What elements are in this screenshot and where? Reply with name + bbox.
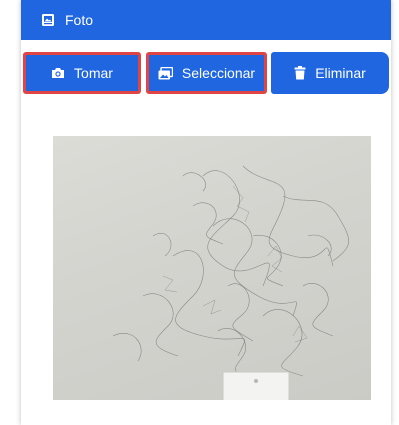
photo-preview xyxy=(53,136,371,400)
image-gallery-icon xyxy=(41,13,55,27)
camera-icon xyxy=(51,67,65,79)
card-title: Foto xyxy=(65,12,94,28)
photo-card: Foto Tomar Seleccionar Eliminar xyxy=(21,0,391,425)
card-header: Foto xyxy=(21,0,391,40)
delete-photo-label: Eliminar xyxy=(315,65,366,81)
trash-icon xyxy=(294,66,306,80)
delete-photo-button[interactable]: Eliminar xyxy=(271,52,389,94)
select-photo-label: Seleccionar xyxy=(181,65,256,81)
images-icon xyxy=(158,66,173,80)
wall-scribbles-image xyxy=(112,165,349,400)
take-photo-button[interactable]: Tomar xyxy=(23,52,141,94)
select-photo-button[interactable]: Seleccionar xyxy=(146,52,267,94)
take-photo-label: Tomar xyxy=(74,65,113,81)
